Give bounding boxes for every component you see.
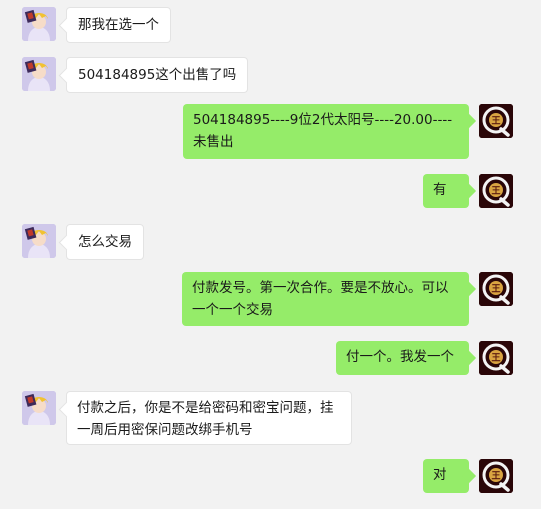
message-row: 那我在选一个	[0, 7, 541, 45]
anime-character-avatar-icon	[22, 7, 56, 41]
message-row: 504184895这个出售了吗	[0, 57, 541, 95]
self-avatar[interactable]: 王	[479, 341, 513, 375]
message-text: 怎么交易	[78, 234, 132, 250]
message-row: 有 王	[0, 174, 541, 212]
message-bubble[interactable]: 那我在选一个	[66, 7, 171, 43]
message-bubble[interactable]: 504184895----9位2代太阳号----20.00---- 未售出	[183, 104, 469, 159]
self-avatar[interactable]: 王	[479, 104, 513, 138]
message-row: 付一个。我发一个 王	[0, 341, 541, 379]
q-king-logo-icon: 王	[479, 341, 513, 375]
chat-window: 那我在选一个 504184895这个出售了吗 504184895----9位2代…	[0, 0, 541, 509]
contact-avatar[interactable]	[22, 224, 56, 258]
anime-character-avatar-icon	[22, 391, 56, 425]
message-text: 付一个。我发一个	[346, 349, 454, 365]
svg-text:王: 王	[491, 186, 500, 197]
message-row: 付款发号。第一次合作。要是不放心。可以 一个一个交易 王	[0, 272, 541, 328]
message-row: 付款之后，你是不是给密码和密宝问题，挂 一周后用密保问题改绑手机号	[0, 391, 541, 447]
message-text: 对	[433, 467, 447, 483]
anime-character-avatar-icon	[22, 57, 56, 91]
message-text-line: 付款之后，你是不是给密码和密宝问题，挂	[77, 400, 334, 416]
message-text: 有	[433, 182, 447, 198]
contact-avatar[interactable]	[22, 57, 56, 91]
contact-avatar[interactable]	[22, 391, 56, 425]
anime-character-avatar-icon	[22, 224, 56, 258]
message-text: 那我在选一个	[78, 17, 159, 33]
q-king-logo-icon: 王	[479, 174, 513, 208]
message-bubble[interactable]: 付款发号。第一次合作。要是不放心。可以 一个一个交易	[182, 272, 469, 326]
message-text-line: 一个一个交易	[192, 302, 273, 318]
message-bubble[interactable]: 对	[423, 459, 469, 493]
self-avatar[interactable]: 王	[479, 459, 513, 493]
message-text-line: 未售出	[193, 134, 234, 150]
svg-text:王: 王	[491, 353, 500, 364]
svg-text:王: 王	[491, 284, 500, 295]
message-bubble[interactable]: 有	[423, 174, 469, 208]
message-bubble[interactable]: 怎么交易	[66, 224, 144, 260]
message-text-line: 一周后用密保问题改绑手机号	[77, 422, 253, 438]
contact-avatar[interactable]	[22, 7, 56, 41]
message-row: 对 王	[0, 459, 541, 497]
message-row: 怎么交易	[0, 224, 541, 262]
message-text-line: 付款发号。第一次合作。要是不放心。可以	[192, 280, 449, 296]
message-row: 504184895----9位2代太阳号----20.00---- 未售出 王	[0, 104, 541, 160]
message-text-line: 504184895----9位2代太阳号----20.00----	[193, 112, 453, 128]
message-bubble[interactable]: 付款之后，你是不是给密码和密宝问题，挂 一周后用密保问题改绑手机号	[66, 391, 352, 445]
self-avatar[interactable]: 王	[479, 272, 513, 306]
q-king-logo-icon: 王	[479, 104, 513, 138]
svg-text:王: 王	[491, 116, 500, 127]
message-text: 504184895这个出售了吗	[78, 67, 237, 83]
self-avatar[interactable]: 王	[479, 174, 513, 208]
q-king-logo-icon: 王	[479, 459, 513, 493]
message-bubble[interactable]: 付一个。我发一个	[336, 341, 469, 375]
q-king-logo-icon: 王	[479, 272, 513, 306]
svg-text:王: 王	[491, 471, 500, 482]
message-bubble[interactable]: 504184895这个出售了吗	[66, 57, 249, 93]
